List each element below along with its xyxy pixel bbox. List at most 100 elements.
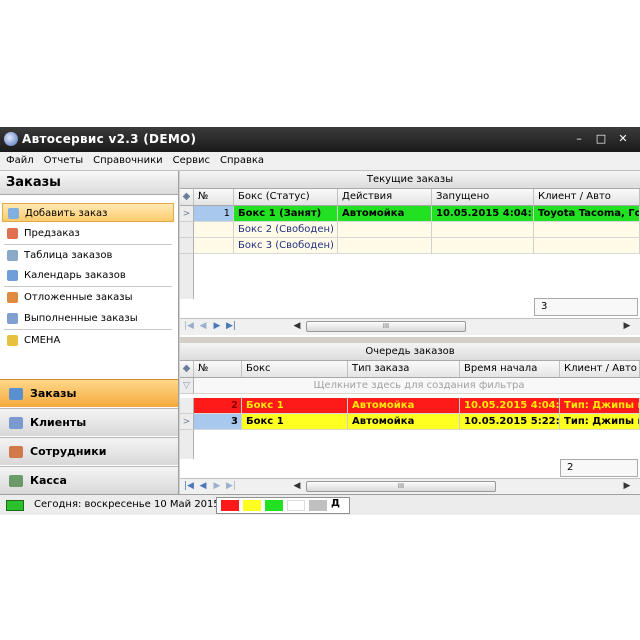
scroll-left-icon[interactable]: ◀ <box>292 321 302 332</box>
calendar-icon <box>7 270 18 281</box>
nav-group-label: Сотрудники <box>30 445 107 458</box>
cell-box: Бокс 2 (Свободен) <box>234 222 338 238</box>
menu-help[interactable]: Справка <box>214 152 268 166</box>
nav-item-label: Календарь заказов <box>24 270 126 281</box>
nav-item-calendar[interactable]: Календарь заказов <box>2 266 174 285</box>
cell-box: Бокс 1 <box>242 398 348 414</box>
scroll-thumb[interactable]: III <box>306 321 466 332</box>
nav-item-label: Таблица заказов <box>24 250 113 261</box>
orders-group-icon <box>9 388 23 400</box>
nav-item-label: Предзаказ <box>24 228 80 239</box>
column-header-started[interactable]: Запущено <box>432 189 534 205</box>
column-header-client-car[interactable]: Клиент / Авто <box>534 189 640 205</box>
next-record-icon[interactable]: ▶ <box>212 321 222 332</box>
column-header-client-car[interactable]: Клиент / Авто <box>560 361 640 377</box>
column-header-box-status[interactable]: Бокс (Статус) <box>234 189 338 205</box>
nav-group-cash[interactable]: Касса <box>0 466 178 494</box>
nav-item-shift[interactable]: СМЕНА <box>2 331 174 350</box>
column-header-num[interactable]: № <box>194 189 234 205</box>
nav-group-orders[interactable]: Заказы <box>0 379 178 407</box>
nav-item-preorder[interactable]: Предзаказ <box>2 224 174 243</box>
nav-item-orders-table[interactable]: Таблица заказов <box>2 246 174 265</box>
nav-divider <box>4 286 172 287</box>
table-row[interactable]: Бокс 2 (Свободен) <box>180 222 640 238</box>
scroll-thumb[interactable]: III <box>306 481 496 492</box>
cell-num: 1 <box>194 206 234 222</box>
cell-box: Бокс 1 <box>242 414 348 430</box>
status-bar: Сегодня: воскресенье 10 Май 2015г. Д <box>0 494 640 515</box>
row-selector-column <box>180 254 194 299</box>
row-selector-column <box>180 430 194 459</box>
maximize-button[interactable]: □ <box>592 131 610 147</box>
scroll-right-icon[interactable]: ▶ <box>622 481 632 492</box>
legend-swatch-green <box>265 500 283 511</box>
close-button[interactable]: ✕ <box>614 131 632 147</box>
row-selector <box>180 398 194 414</box>
nav-item-label: Добавить заказ <box>25 208 108 219</box>
clients-icon <box>9 417 23 429</box>
current-orders-title: Текущие заказы <box>180 171 640 189</box>
order-queue-scrollbar[interactable]: |◀ ◀ ▶ ▶| ◀ III ▶ <box>180 478 640 495</box>
deferred-orders-icon <box>7 292 18 303</box>
nav-item-add-order[interactable]: Добавить заказ <box>2 203 174 222</box>
add-order-icon <box>8 208 19 219</box>
minimize-button[interactable]: – <box>570 131 588 147</box>
menu-service[interactable]: Сервис <box>167 152 214 166</box>
cell-type: Автомойка <box>348 414 460 430</box>
menu-directories[interactable]: Справочники <box>87 152 167 166</box>
menu-bar: Файл Отчеты Справочники Сервис Справка <box>0 152 640 171</box>
row-pointer-icon: > <box>180 206 194 222</box>
first-record-icon[interactable]: |◀ <box>184 481 194 492</box>
cell-client <box>534 222 640 238</box>
column-header-start-time[interactable]: Время начала <box>460 361 560 377</box>
status-date: Сегодня: воскресенье 10 Май 2015г. <box>34 499 229 510</box>
row-selector <box>180 238 194 254</box>
column-header-box[interactable]: Бокс <box>242 361 348 377</box>
menu-file[interactable]: Файл <box>0 152 38 166</box>
cell-client <box>534 238 640 254</box>
table-row[interactable]: > 3 Бокс 1 Автомойка 10.05.2015 5:22:4 Т… <box>180 414 640 430</box>
prev-record-icon[interactable]: ◀ <box>198 321 208 332</box>
column-header-num[interactable]: № <box>194 361 242 377</box>
cell-start: 10.05.2015 4:04:2 <box>460 398 560 414</box>
column-header-actions[interactable]: Действия <box>338 189 432 205</box>
cell-box: Бокс 1 (Занят) <box>234 206 338 222</box>
cell-type: Автомойка <box>348 398 460 414</box>
shift-icon <box>7 335 18 346</box>
employees-icon <box>9 446 23 458</box>
column-header-order-type[interactable]: Тип заказа <box>348 361 460 377</box>
cell-start: 10.05.2015 5:22:4 <box>460 414 560 430</box>
filter-row[interactable]: ▽ Щелкните здесь для создания фильтра <box>180 378 640 394</box>
cell-box: Бокс 3 (Свободен) <box>234 238 338 254</box>
title-bar: Автосервис v2.3 (DEMO) – □ ✕ <box>0 127 640 152</box>
nav-group-employees[interactable]: Сотрудники <box>0 437 178 465</box>
cell-client: Тип: Джипы и <box>560 414 640 430</box>
nav-item-deferred-orders[interactable]: Отложенные заказы <box>2 288 174 307</box>
table-row[interactable]: Бокс 3 (Свободен) <box>180 238 640 254</box>
nav-item-completed-orders[interactable]: Выполненные заказы <box>2 309 174 328</box>
table-row[interactable]: 2 Бокс 1 Автомойка 10.05.2015 4:04:2 Тип… <box>180 398 640 414</box>
cash-icon <box>9 475 23 487</box>
last-record-icon[interactable]: ▶| <box>226 481 236 492</box>
prev-record-icon[interactable]: ◀ <box>198 481 208 492</box>
app-icon <box>4 132 18 146</box>
nav-group-clients[interactable]: Клиенты <box>0 408 178 436</box>
scroll-left-icon[interactable]: ◀ <box>292 481 302 492</box>
legend-swatch-red <box>221 500 239 511</box>
next-record-icon[interactable]: ▶ <box>212 481 222 492</box>
nav-group-label: Заказы <box>30 387 77 400</box>
filter-hint[interactable]: Щелкните здесь для создания фильтра <box>194 378 640 394</box>
scroll-right-icon[interactable]: ▶ <box>622 321 632 332</box>
cell-started <box>432 222 534 238</box>
order-queue-title: Очередь заказов <box>180 343 640 361</box>
current-orders-header: ◆ № Бокс (Статус) Действия Запущено Клие… <box>180 189 640 206</box>
row-selector <box>180 222 194 238</box>
current-orders-scrollbar[interactable]: |◀ ◀ ▶ ▶| ◀ III ▶ <box>180 318 640 335</box>
last-record-icon[interactable]: ▶| <box>226 321 236 332</box>
menu-reports[interactable]: Отчеты <box>38 152 87 166</box>
cell-action <box>338 222 432 238</box>
connection-indicator-icon <box>6 500 24 511</box>
orders-table-icon <box>7 250 18 261</box>
table-row[interactable]: > 1 Бокс 1 (Занят) Автомойка 10.05.2015 … <box>180 206 640 222</box>
first-record-icon[interactable]: |◀ <box>184 321 194 332</box>
